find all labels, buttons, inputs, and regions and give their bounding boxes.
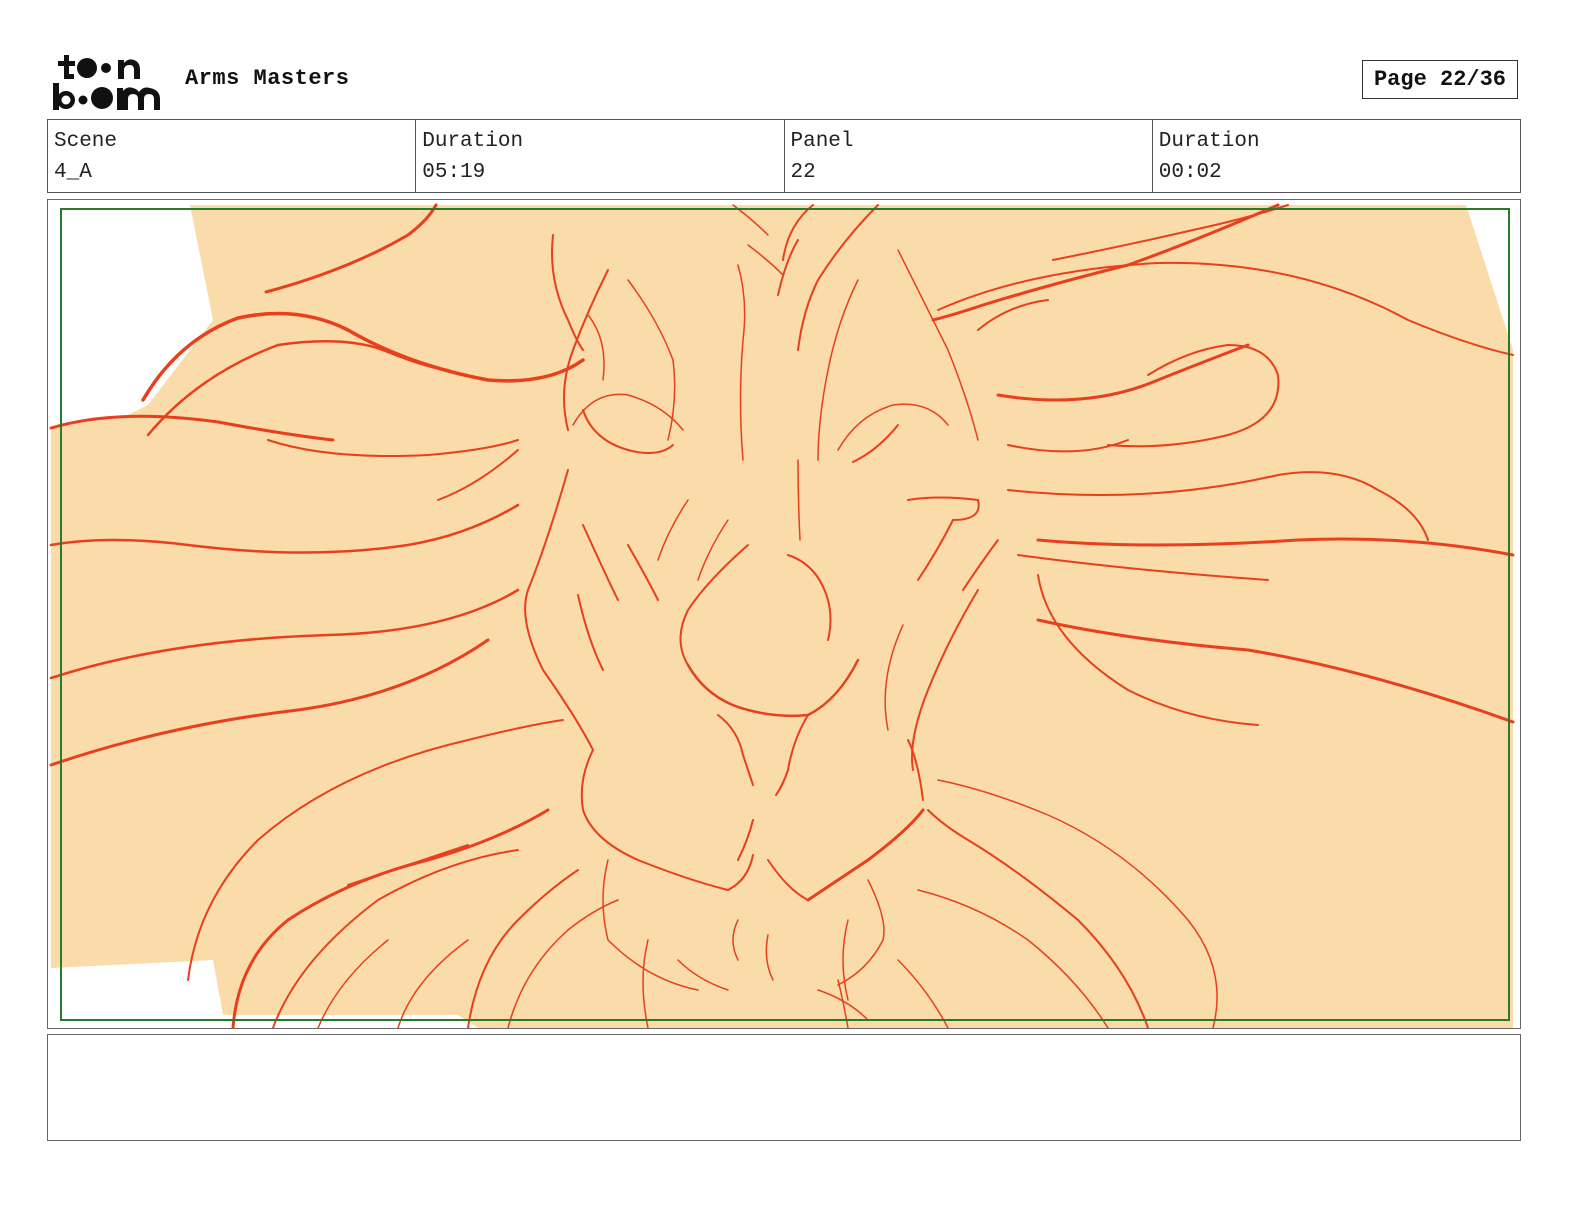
panel-duration-label: Duration (1158, 130, 1260, 153)
scene-cell: Scene 4_A (48, 120, 417, 192)
storyboard-panel (47, 199, 1521, 1029)
scene-duration-cell: Duration 05:19 (416, 120, 785, 192)
panel-duration-cell: Duration 00:02 (1153, 120, 1520, 192)
panel-notes-box (47, 1034, 1521, 1141)
panel-value: 22 (790, 161, 816, 184)
panel-duration-value: 00:02 (1158, 161, 1222, 184)
panel-label: Panel (790, 130, 854, 153)
panel-cell: Panel 22 (785, 120, 1153, 192)
scene-value: 4_A (54, 161, 92, 184)
toon-boom-logo (52, 52, 164, 112)
fill-shape (51, 205, 1513, 1028)
page-label: Page 22/36 (1373, 67, 1507, 92)
lion-face-sketch (49, 203, 1515, 1028)
project-title: Arms Masters (185, 66, 350, 91)
scene-duration-label: Duration (422, 130, 524, 153)
scene-duration-value: 05:19 (422, 161, 486, 184)
page-indicator: Page 22/36 (1362, 60, 1518, 99)
scene-label: Scene (54, 130, 118, 153)
scene-info-table: Scene 4_A Duration 05:19 Panel 22 Durati… (47, 119, 1521, 193)
